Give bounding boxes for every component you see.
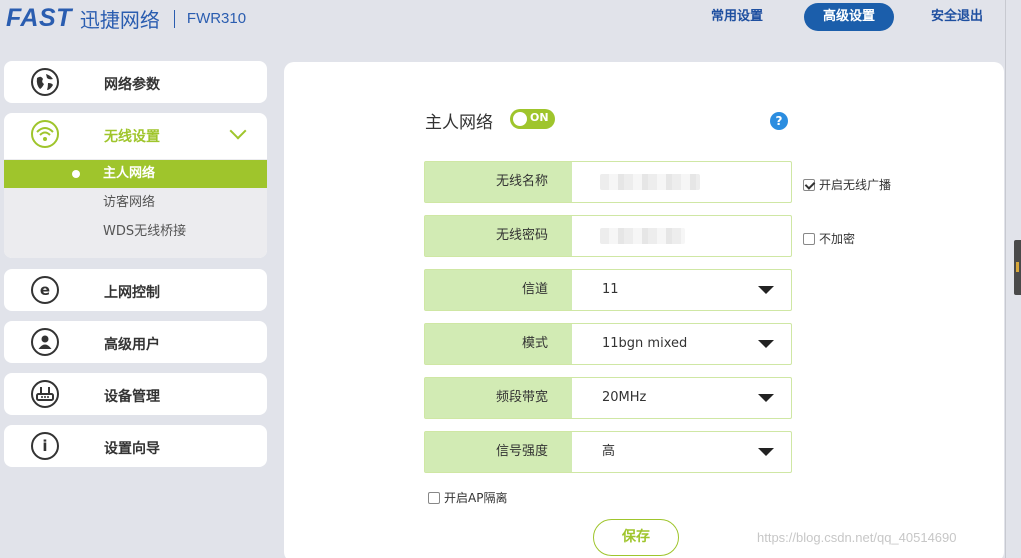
save-button[interactable]: 保存: [593, 519, 679, 556]
sidebar-item-network-params[interactable]: 网络参数: [4, 61, 267, 103]
sidebar-item-label: 高级用户: [104, 337, 160, 353]
page-title: 主人网络: [425, 113, 493, 133]
sidebar-group-wireless: 无线设置 主人网络 访客网络 WDS无线桥接: [4, 113, 267, 258]
watermark-text: https://blog.csdn.net/qq_40514690: [757, 530, 957, 545]
checkbox-label: 开启AP隔离: [444, 491, 508, 505]
dropdown-arrow-icon[interactable]: [758, 286, 774, 294]
field-label: 无线名称: [425, 162, 572, 202]
signal-strength-value: 高: [602, 444, 616, 459]
help-icon[interactable]: ?: [770, 112, 788, 130]
info-icon: i: [31, 432, 59, 460]
submenu-item-label: WDS无线桥接: [103, 224, 187, 239]
submenu-item-label: 访客网络: [103, 195, 156, 210]
submenu-item-main-network[interactable]: 主人网络: [4, 160, 267, 188]
sidebar-item-label: 上网控制: [104, 285, 160, 301]
sidebar-item-label: 设备管理: [104, 389, 160, 405]
nav-common-settings[interactable]: 常用设置: [711, 3, 763, 31]
signal-strength-select[interactable]: 信号强度 高: [424, 431, 792, 473]
nav-advanced-settings[interactable]: 高级设置: [804, 3, 894, 31]
field-label: 信号强度: [425, 432, 572, 472]
checkbox-box[interactable]: [428, 491, 440, 504]
sidebar-item-label: 设置向导: [104, 441, 160, 457]
network-on-toggle[interactable]: ON: [510, 109, 555, 129]
channel-value: 11: [602, 282, 619, 297]
field-label: 信道: [425, 270, 572, 310]
router-icon: [31, 380, 59, 408]
sidebar-item-advanced-users[interactable]: 高级用户: [4, 321, 267, 363]
e-icon: e: [31, 276, 59, 304]
ssid-value-redacted: [600, 174, 700, 190]
field-label: 频段带宽: [425, 378, 572, 418]
password-field[interactable]: 无线密码: [424, 215, 792, 257]
toggle-knob: [513, 112, 527, 126]
window-edge-divider: [1005, 0, 1006, 558]
brand-mark: FAST: [6, 4, 72, 32]
active-dot-icon: [72, 170, 80, 178]
checkbox-label: 开启无线广播: [819, 178, 892, 192]
dropdown-arrow-icon[interactable]: [758, 394, 774, 402]
ap-isolation-checkbox[interactable]: 开启AP隔离: [428, 489, 507, 506]
wireless-submenu: 主人网络 访客网络 WDS无线桥接: [4, 159, 267, 258]
checkbox-box[interactable]: [803, 178, 815, 191]
bandwidth-value: 20MHz: [602, 390, 647, 405]
wifi-icon: [31, 120, 59, 148]
field-label: 模式: [425, 324, 572, 364]
field-label: 无线密码: [425, 216, 572, 256]
submenu-item-guest-network[interactable]: 访客网络: [4, 189, 267, 217]
user-icon: [31, 328, 59, 356]
bandwidth-select[interactable]: 频段带宽 20MHz: [424, 377, 792, 419]
channel-select[interactable]: 信道 11: [424, 269, 792, 311]
router-model: FWR310: [186, 10, 247, 27]
mode-select[interactable]: 模式 11bgn mixed: [424, 323, 792, 365]
sidebar-item-internet-control[interactable]: e 上网控制: [4, 269, 267, 311]
submenu-item-label: 主人网络: [103, 166, 156, 181]
brand-name: 迅捷网络: [79, 8, 160, 32]
checkbox-label: 不加密: [819, 232, 856, 246]
submenu-item-wds-bridge[interactable]: WDS无线桥接: [4, 218, 267, 246]
sidebar-item-setup-wizard[interactable]: i 设置向导: [4, 425, 267, 467]
sidebar-item-wireless[interactable]: 无线设置: [4, 113, 267, 155]
globe-icon: [31, 68, 59, 96]
checkbox-box[interactable]: [803, 232, 815, 245]
password-value-redacted: [600, 228, 685, 244]
sidebar-item-label: 无线设置: [104, 129, 160, 145]
nav-logout[interactable]: 安全退出: [931, 3, 983, 31]
brand-logo: FAST 迅捷网络 FWR310: [6, 4, 246, 33]
toggle-state-label: ON: [530, 111, 549, 124]
chevron-down-icon[interactable]: [229, 122, 247, 140]
dropdown-arrow-icon[interactable]: [758, 340, 774, 348]
sidebar-item-device-management[interactable]: 设备管理: [4, 373, 267, 415]
side-edge-tab[interactable]: [1014, 240, 1021, 295]
broadcast-checkbox[interactable]: 开启无线广播: [803, 176, 891, 193]
sidebar-item-label: 网络参数: [104, 77, 160, 93]
brand-divider: [173, 9, 175, 28]
mode-value: 11bgn mixed: [602, 336, 688, 351]
dropdown-arrow-icon[interactable]: [758, 448, 774, 456]
no-encryption-checkbox[interactable]: 不加密: [803, 230, 855, 247]
ssid-field[interactable]: 无线名称: [424, 161, 792, 203]
